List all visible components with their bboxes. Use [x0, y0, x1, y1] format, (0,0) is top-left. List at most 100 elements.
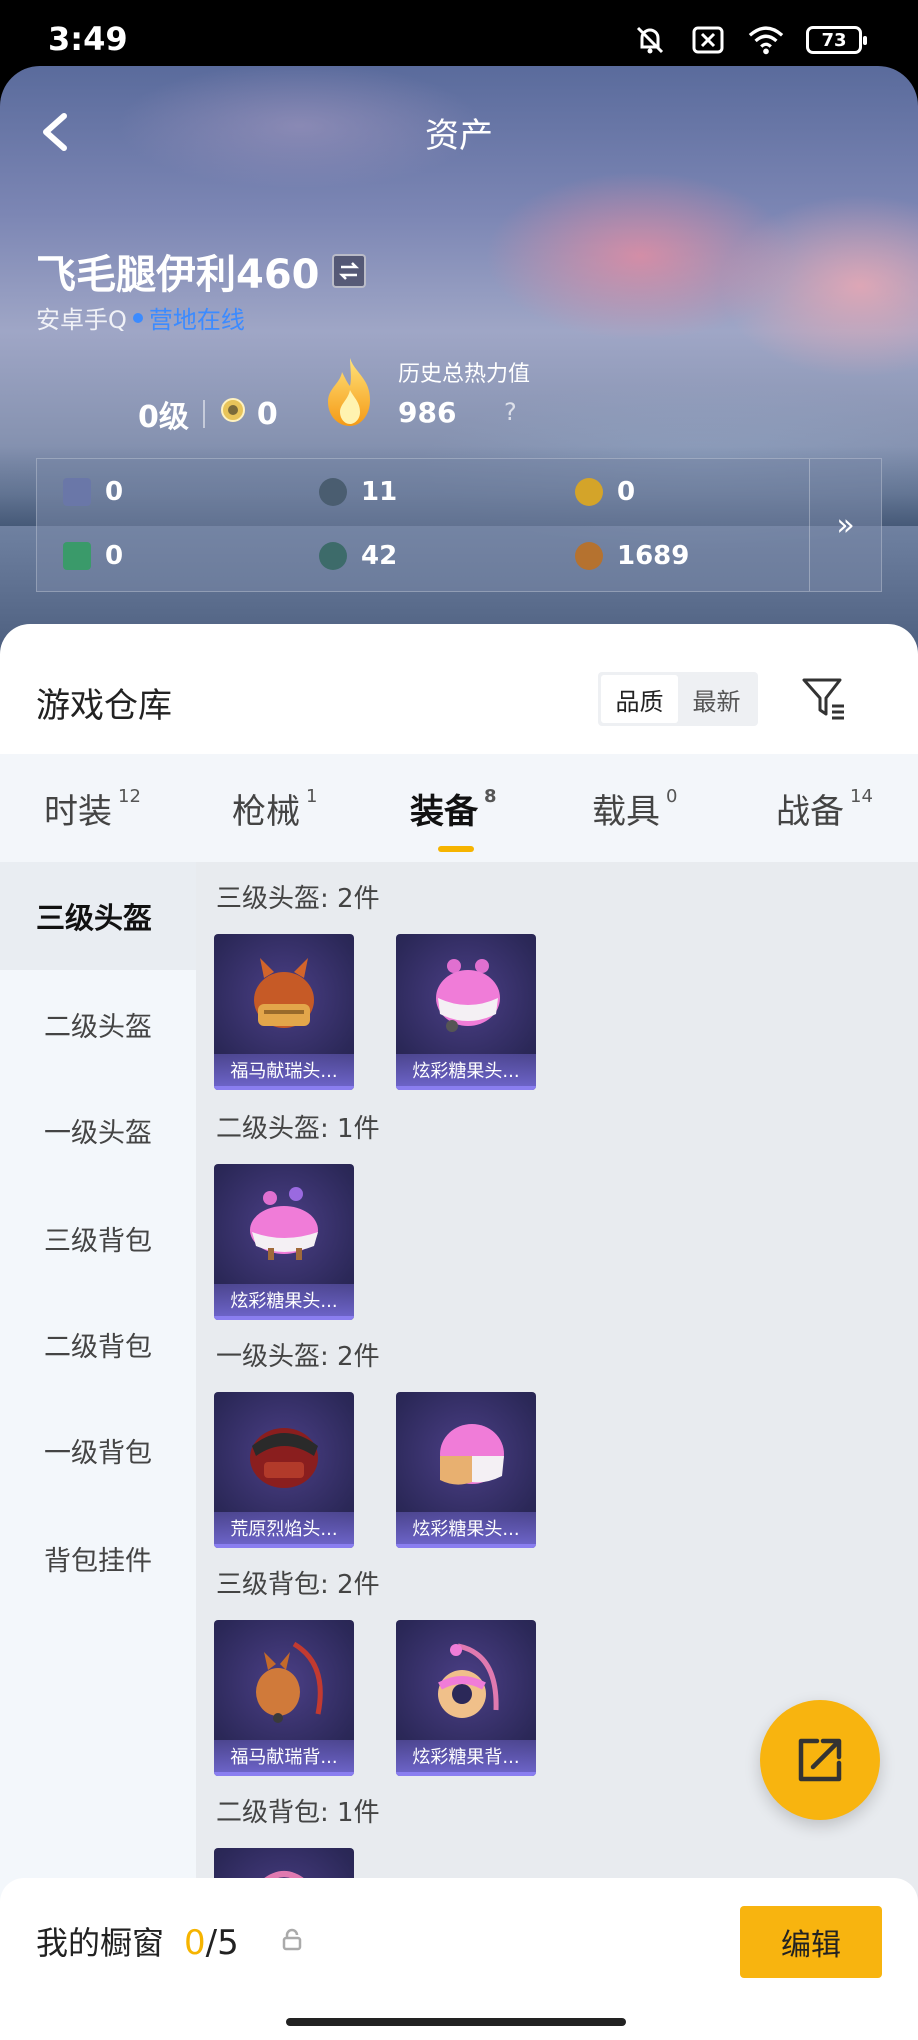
- rank-badge-icon: [219, 396, 247, 432]
- stat-gold-coin: 0: [575, 477, 635, 507]
- no-sim-icon: [690, 22, 726, 58]
- lock-icon: [280, 1928, 304, 1952]
- wifi-icon: [748, 22, 784, 58]
- battery-icon: 73: [806, 26, 867, 54]
- heat-value: 986: [398, 396, 457, 429]
- showcase-total: /5: [205, 1923, 239, 1963]
- edit-button[interactable]: 编辑: [740, 1906, 882, 1978]
- online-status: 营地在线: [148, 306, 245, 334]
- status-time: 3:49: [48, 20, 128, 58]
- player-name: 飞毛腿伊利460: [36, 252, 320, 298]
- sort-quality[interactable]: 品质: [601, 675, 678, 723]
- bronze-coin-icon: [575, 542, 603, 570]
- group-title: 三级背包: 2件: [216, 1570, 380, 1600]
- mute-icon: [632, 22, 668, 58]
- item-card[interactable]: 炫彩糖果背...: [396, 1620, 536, 1776]
- stat-card: 0: [63, 477, 123, 507]
- item-card[interactable]: 炫彩糖果头...: [396, 1392, 536, 1548]
- tab-fashion[interactable]: 时装 12: [44, 784, 141, 833]
- sidebar-item-backpack-charm[interactable]: 背包挂件: [0, 1504, 196, 1612]
- item-name: 炫彩糖果头...: [214, 1284, 354, 1320]
- group-title: 二级头盔: 1件: [216, 1114, 380, 1144]
- stats-more-button[interactable]: »: [809, 459, 881, 591]
- share-icon: [798, 1738, 842, 1782]
- item-name: 炫彩糖果头...: [396, 1054, 536, 1090]
- stat-value: 0: [105, 541, 124, 571]
- page-title: 资产: [425, 116, 493, 156]
- horse-backpack-icon: [256, 1641, 323, 1723]
- sidebar-item-helmet-1[interactable]: 一级头盔: [0, 1076, 196, 1184]
- stat-bronze-coin: 1689: [575, 541, 689, 571]
- showcase-label: 我的橱窗: [36, 1924, 165, 1962]
- player-level: 0级: [138, 400, 189, 435]
- item-card[interactable]: 炫彩糖果头...: [396, 934, 536, 1090]
- help-icon[interactable]: ?: [504, 398, 517, 426]
- group-title: 三级头盔: 2件: [216, 884, 380, 914]
- assets-panel[interactable]: 0 11 0 0 42 1689 »: [36, 458, 882, 592]
- switch-account-icon[interactable]: [331, 254, 366, 288]
- warehouse-sheet: 游戏仓库 品质 最新 时装 12 枪械 1 装备 8 载具 0 战备 14 三级头盔 二级…: [0, 624, 918, 2040]
- heat-label: 历史总热力值: [398, 362, 531, 387]
- item-name: 炫彩糖果背...: [396, 1740, 536, 1776]
- tab-equipment[interactable]: 装备 8: [410, 784, 497, 833]
- level-divider: [202, 400, 205, 428]
- status-icons: 73: [632, 22, 867, 58]
- coupon-icon: [319, 478, 347, 506]
- player-platform: 安卓手Q: [36, 306, 127, 334]
- home-indicator[interactable]: [286, 2018, 626, 2026]
- stat-green-card: 0: [63, 541, 123, 571]
- profile-hero: 资产 飞毛腿伊利460 安卓手Q 营地在线 0级 0 历史总热力值 986 ? …: [0, 66, 918, 656]
- rank-points: 0: [256, 396, 278, 432]
- filter-icon[interactable]: [800, 674, 848, 722]
- horse-helmet-icon: [254, 958, 314, 1028]
- sidebar-item-helmet-2[interactable]: 二级头盔: [0, 970, 196, 1078]
- flame-helmet-icon: [250, 1428, 318, 1488]
- item-name: 福马献瑞背...: [214, 1740, 354, 1776]
- item-card[interactable]: 福马献瑞头...: [214, 934, 354, 1090]
- stat-value: 11: [361, 477, 398, 507]
- candy-helmet-icon: [250, 1187, 318, 1260]
- category-tabs: 时装 12 枪械 1 装备 8 载具 0 战备 14: [0, 754, 918, 862]
- subcategory-sidebar: 三级头盔 二级头盔 一级头盔 三级背包 二级背包 一级背包 背包挂件: [0, 862, 196, 2040]
- player-subline: 安卓手Q 营地在线: [36, 300, 245, 335]
- stat-value: 42: [361, 541, 398, 571]
- sidebar-item-backpack-2[interactable]: 二级背包: [0, 1290, 196, 1398]
- item-card[interactable]: 福马献瑞背...: [214, 1620, 354, 1776]
- group-title: 一级头盔: 2件: [216, 1342, 380, 1372]
- group-title: 二级背包: 1件: [216, 1798, 380, 1828]
- stat-coupon: 11: [319, 477, 397, 507]
- item-grid: 三级头盔: 2件 福马献瑞头... 炫彩糖果头... 二级头盔: 1件 炫彩糖果…: [196, 862, 918, 2040]
- gem-icon: [319, 542, 347, 570]
- item-card[interactable]: 炫彩糖果头...: [214, 1164, 354, 1320]
- showcase-count: 0/5: [184, 1923, 239, 1963]
- fire-icon: [320, 356, 380, 428]
- tab-vehicles[interactable]: 载具 0: [592, 784, 677, 833]
- sort-newest[interactable]: 最新: [678, 675, 755, 723]
- showcase-row: 我的橱窗 0/5: [36, 1918, 239, 1964]
- sidebar-item-backpack-1[interactable]: 一级背包: [0, 1396, 196, 1504]
- item-name: 炫彩糖果头...: [396, 1512, 536, 1548]
- showcase-bar: 我的橱窗 0/5 编辑: [0, 1878, 918, 2040]
- item-name: 荒原烈焰头...: [214, 1512, 354, 1548]
- green-card-icon: [63, 542, 91, 570]
- item-name: 福马献瑞头...: [214, 1054, 354, 1090]
- stat-gem: 42: [319, 541, 397, 571]
- active-tab-indicator: [438, 846, 474, 852]
- player-name-row: 飞毛腿伊利460: [36, 242, 366, 300]
- tab-firearms[interactable]: 枪械 1: [232, 784, 317, 833]
- tab-supplies[interactable]: 战备 14: [776, 784, 873, 833]
- sidebar-item-backpack-3[interactable]: 三级背包: [0, 1184, 196, 1292]
- stat-value: 1689: [617, 541, 690, 571]
- candy-helmet-icon: [436, 959, 500, 1032]
- warehouse-title: 游戏仓库: [36, 686, 172, 726]
- level-row: 0级 0: [138, 392, 278, 436]
- stat-value: 0: [617, 477, 636, 507]
- showcase-current: 0: [184, 1923, 206, 1963]
- candy-backpack-icon: [438, 1643, 499, 1718]
- sort-toggle: 品质 最新: [598, 672, 758, 726]
- online-dot-icon: [132, 312, 143, 323]
- item-card[interactable]: 荒原烈焰头...: [214, 1392, 354, 1548]
- card-icon: [63, 478, 91, 506]
- share-button[interactable]: [760, 1700, 880, 1820]
- sidebar-item-helmet-3[interactable]: 三级头盔: [0, 862, 196, 970]
